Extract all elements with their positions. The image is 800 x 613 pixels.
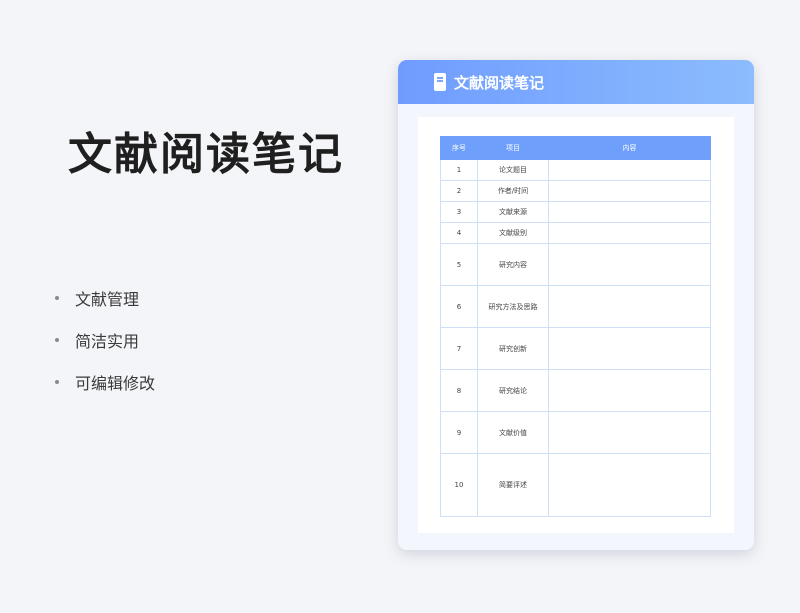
cell-content[interactable]	[548, 180, 711, 202]
column-header-item: 项目	[477, 136, 549, 160]
cell-content[interactable]	[548, 243, 711, 286]
table-header-row: 序号 项目 内容	[440, 136, 711, 160]
document-sheet: 序号 项目 内容 1 论文题目 2 作者/时间 3 文献来源 4 文献级别 5 …	[418, 117, 734, 533]
card-header: 文献阅读笔记	[398, 60, 754, 104]
table-row: 7 研究创新	[440, 327, 711, 370]
cell-item: 作者/时间	[477, 180, 549, 202]
table-row: 6 研究方法及思路	[440, 285, 711, 328]
cell-content[interactable]	[548, 327, 711, 370]
document-icon	[434, 73, 446, 91]
cell-no: 1	[440, 159, 478, 181]
cell-item: 研究结论	[477, 369, 549, 412]
feature-item: 简洁实用	[55, 328, 155, 352]
cell-content[interactable]	[548, 285, 711, 328]
cell-content[interactable]	[548, 453, 711, 517]
cell-content[interactable]	[548, 201, 711, 223]
cell-item: 论文题目	[477, 159, 549, 181]
column-header-content: 内容	[548, 136, 711, 160]
cell-no: 9	[440, 411, 478, 454]
table-row: 4 文献级别	[440, 222, 711, 244]
bullet-icon	[55, 380, 59, 384]
cell-item: 文献价值	[477, 411, 549, 454]
table-row: 8 研究结论	[440, 369, 711, 412]
feature-item: 文献管理	[55, 286, 155, 310]
feature-label: 可编辑修改	[75, 374, 156, 393]
page-title: 文献阅读笔记	[68, 129, 344, 180]
cell-content[interactable]	[548, 369, 711, 412]
cell-item: 文献来源	[477, 201, 549, 223]
table-row: 10 简要评述	[440, 453, 711, 517]
bullet-icon	[55, 296, 59, 300]
feature-item: 可编辑修改	[55, 370, 155, 394]
table-row: 2 作者/时间	[440, 180, 711, 202]
cell-content[interactable]	[548, 411, 711, 454]
cell-item: 文献级别	[477, 222, 549, 244]
cell-item: 简要评述	[477, 453, 549, 517]
table-row: 5 研究内容	[440, 243, 711, 286]
card-title: 文献阅读笔记	[454, 73, 545, 92]
notes-table: 序号 项目 内容 1 论文题目 2 作者/时间 3 文献来源 4 文献级别 5 …	[440, 136, 711, 517]
cell-item: 研究创新	[477, 327, 549, 370]
cell-item: 研究方法及思路	[477, 285, 549, 328]
table-row: 9 文献价值	[440, 411, 711, 454]
bullet-icon	[55, 338, 59, 342]
cell-no: 7	[440, 327, 478, 370]
feature-label: 文献管理	[75, 290, 140, 309]
column-header-no: 序号	[440, 136, 478, 160]
feature-list: 文献管理 简洁实用 可编辑修改	[55, 286, 155, 412]
cell-no: 5	[440, 243, 478, 286]
template-preview-card[interactable]: 文献阅读笔记 序号 项目 内容 1 论文题目 2 作者/时间 3 文献来源 4 …	[398, 60, 754, 550]
table-row: 3 文献来源	[440, 201, 711, 223]
cell-no: 6	[440, 285, 478, 328]
cell-no: 10	[440, 453, 478, 517]
cell-no: 8	[440, 369, 478, 412]
table-row: 1 论文题目	[440, 159, 711, 181]
feature-label: 简洁实用	[75, 332, 140, 351]
cell-no: 3	[440, 201, 478, 223]
cell-content[interactable]	[548, 159, 711, 181]
cell-item: 研究内容	[477, 243, 549, 286]
cell-no: 2	[440, 180, 478, 202]
cell-content[interactable]	[548, 222, 711, 244]
cell-no: 4	[440, 222, 478, 244]
